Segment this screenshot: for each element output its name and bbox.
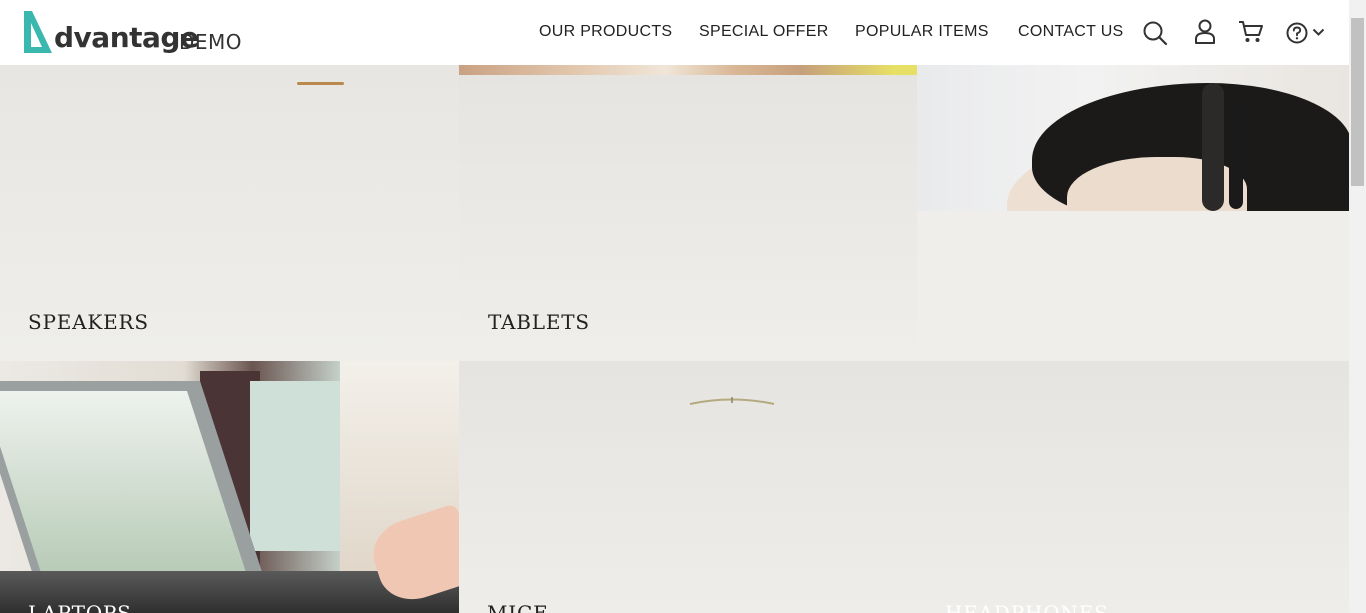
nav-popular-items[interactable]: POPULAR ITEMS bbox=[855, 23, 989, 41]
category-label-speakers[interactable]: SPEAKERS bbox=[28, 310, 149, 334]
category-label-mice[interactable]: MICE bbox=[487, 601, 548, 613]
brand-name: dvantage bbox=[54, 21, 199, 54]
logo-a-icon bbox=[24, 11, 52, 53]
scrollbar-thumb[interactable] bbox=[1351, 18, 1364, 186]
help-icon[interactable] bbox=[1286, 22, 1308, 44]
user-icon[interactable] bbox=[1194, 19, 1216, 45]
nav-special-offer[interactable]: SPECIAL OFFER bbox=[699, 23, 829, 41]
category-tile-laptops[interactable]: LAPTOPS bbox=[0, 361, 459, 613]
category-tile-speakers[interactable]: SPEAKERS bbox=[0, 65, 459, 361]
speaker-image bbox=[297, 82, 344, 85]
headphones-person-image bbox=[917, 65, 1349, 211]
site-header: dvantage DEMO OUR PRODUCTS SPECIAL OFFER… bbox=[0, 0, 1349, 65]
category-tile-tablets[interactable]: TABLETS bbox=[459, 65, 917, 361]
category-label-tablets[interactable]: TABLETS bbox=[488, 310, 590, 334]
search-icon[interactable] bbox=[1142, 20, 1168, 46]
category-tile-mice[interactable]: MICE HEADPHONES bbox=[459, 361, 1349, 613]
nav-our-products[interactable]: OUR PRODUCTS bbox=[539, 23, 672, 41]
cart-icon[interactable] bbox=[1238, 20, 1264, 44]
brand-suffix: DEMO bbox=[179, 30, 243, 54]
laptop-image bbox=[0, 361, 459, 613]
chevron-down-icon[interactable] bbox=[1312, 28, 1325, 37]
page-scrollbar[interactable] bbox=[1349, 0, 1366, 613]
category-label-headphones[interactable]: HEADPHONES bbox=[945, 601, 1109, 613]
headphones-banner bbox=[917, 65, 1349, 361]
category-label-laptops[interactable]: LAPTOPS bbox=[28, 601, 132, 613]
tablet-image bbox=[459, 65, 917, 75]
mouse-image bbox=[689, 397, 775, 405]
nav-contact-us[interactable]: CONTACT US bbox=[1018, 23, 1124, 41]
